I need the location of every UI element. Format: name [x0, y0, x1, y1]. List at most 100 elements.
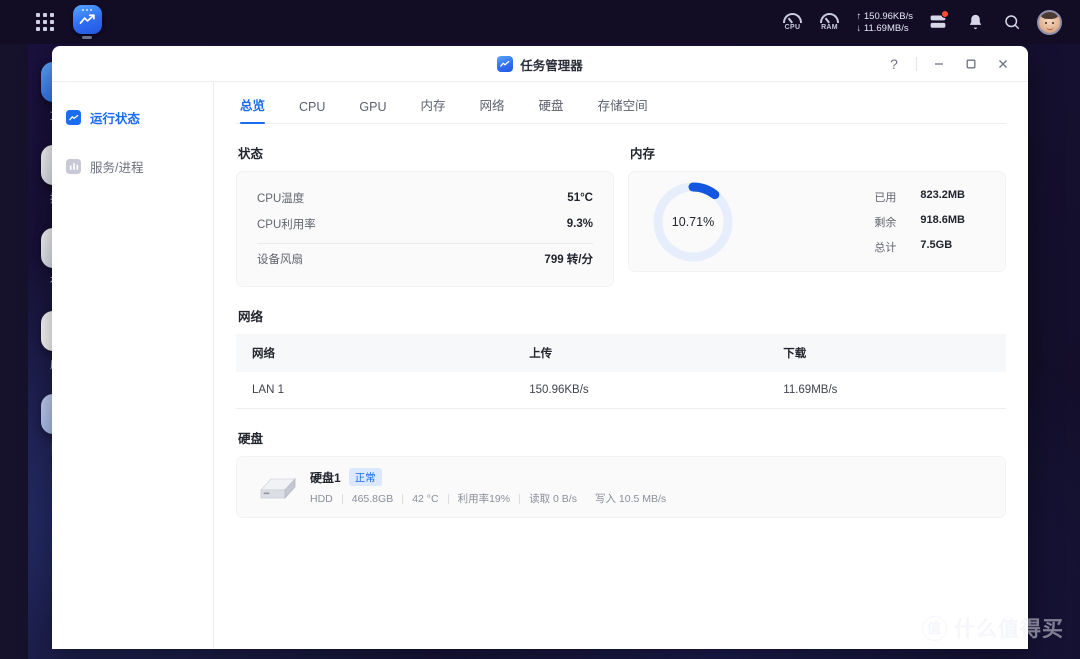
hard-disk-icon [255, 470, 297, 504]
tab-network[interactable]: 网络 [480, 95, 505, 123]
memory-stat-total: 总计 7.5GB [874, 239, 965, 255]
status-row-label: CPU温度 [257, 190, 304, 206]
cpu-gauge-label: CPU [785, 24, 801, 31]
tab-bar: 总览 CPU GPU 内存 网络 硬盘 存储空间 [236, 82, 1006, 124]
memory-section-title: 内存 [630, 143, 1006, 162]
ram-gauge[interactable]: RAM [817, 13, 841, 31]
status-section-title: 状态 [238, 143, 614, 162]
memory-stat-free: 剩余 918.6MB [874, 214, 965, 230]
network-table-header-row: 网络 上传 下载 [236, 334, 1006, 372]
network-section: 网络 网络 上传 下载 LAN 1 150.96KB/s 11.69M [236, 306, 1006, 409]
disk-meta-read: 读取 0 B/s [520, 491, 586, 506]
watermark: 值 什么值得买 [922, 613, 1064, 643]
top-row: 状态 CPU温度 51°C CPU利用率 9.3% 设备风扇 [236, 124, 1006, 287]
tab-memory[interactable]: 内存 [421, 95, 446, 123]
tab-gpu[interactable]: GPU [359, 100, 386, 123]
network-row-upload: 150.96KB/s [513, 372, 767, 409]
memory-stats: 已用 823.2MB 剩余 918.6MB 总计 7.5GB [874, 189, 983, 255]
help-button[interactable]: ? [879, 50, 909, 78]
taskbar-running-indicator [82, 36, 92, 39]
status-badge: 正常 [349, 468, 382, 486]
memory-donut-chart: 10.71% [651, 180, 735, 264]
cpu-gauge[interactable]: CPU [780, 13, 804, 31]
minimize-button[interactable] [924, 50, 954, 78]
taskbar-app-task-manager[interactable] [72, 5, 102, 39]
notification-badge [941, 10, 949, 18]
desktop-left-strip [0, 0, 28, 659]
disk-info: 硬盘1 正常 HDD 465.8GB 42 °C 利用率19% [310, 468, 675, 506]
storage-icon[interactable] [926, 10, 950, 34]
task-manager-icon [497, 56, 513, 72]
sidebar-item-label: 服务/进程 [90, 157, 143, 176]
disk-meta-temperature: 42 °C [403, 493, 447, 505]
memory-stat-value: 7.5GB [920, 239, 952, 255]
watermark-logo-icon: 值 [922, 616, 947, 641]
disk-meta-capacity: 465.8GB [343, 493, 402, 505]
memory-percent-label: 10.71% [651, 180, 735, 264]
status-row-fan: 设备风扇 799 转/分 [257, 246, 593, 272]
search-icon[interactable] [1000, 10, 1024, 34]
tab-disk[interactable]: 硬盘 [539, 95, 564, 123]
window-controls: ? [879, 46, 1018, 82]
memory-stat-used: 已用 823.2MB [874, 189, 965, 205]
main-content: 总览 CPU GPU 内存 网络 硬盘 存储空间 状态 CPU温度 51°C [214, 82, 1028, 649]
sidebar-item-running-status[interactable]: 运行状态 [52, 100, 213, 135]
status-row-cpu-temp: CPU温度 51°C [257, 185, 593, 211]
ram-gauge-label: RAM [821, 24, 838, 31]
taskbar-right-group: CPU RAM ↑ 150.96KB/s ↓ 11.69MB/s [780, 10, 1080, 35]
taskbar: CPU RAM ↑ 150.96KB/s ↓ 11.69MB/s [0, 0, 1080, 44]
memory-section: 内存 10.71% 已用 823.2MB [628, 124, 1006, 287]
disk-meta-usage: 利用率19% [449, 491, 520, 506]
status-card: CPU温度 51°C CPU利用率 9.3% 设备风扇 799 转/分 [236, 171, 614, 287]
sidebar-item-label: 运行状态 [90, 108, 140, 127]
memory-stat-value: 823.2MB [920, 189, 965, 205]
memory-stat-value: 918.6MB [920, 214, 965, 230]
disk-meta-write: 写入 10.5 MB/s [586, 491, 675, 506]
network-speed-indicator[interactable]: ↑ 150.96KB/s ↓ 11.69MB/s [856, 11, 913, 34]
bell-icon[interactable] [963, 10, 987, 34]
tab-storage-space[interactable]: 存储空间 [598, 95, 648, 123]
status-row-value: 799 转/分 [544, 251, 593, 267]
network-row-download: 11.69MB/s [767, 372, 1006, 409]
watermark-text: 什么值得买 [954, 613, 1064, 643]
cpu-gauge-icon [783, 13, 802, 23]
disk-section: 硬盘 硬盘1 正常 [236, 428, 1006, 518]
table-row[interactable]: LAN 1 150.96KB/s 11.69MB/s [236, 372, 1006, 409]
maximize-button[interactable] [956, 50, 986, 78]
download-speed-text: ↓ 11.69MB/s [856, 23, 913, 34]
taskbar-left-group [0, 5, 102, 39]
tab-cpu[interactable]: CPU [299, 100, 325, 123]
avatar[interactable] [1037, 10, 1062, 35]
tab-overview[interactable]: 总览 [240, 95, 265, 123]
sidebar: 运行状态 服务/进程 [52, 82, 214, 649]
status-section: 状态 CPU温度 51°C CPU利用率 9.3% 设备风扇 [236, 124, 614, 287]
avatar-hair [1041, 10, 1058, 19]
disk-card[interactable]: 硬盘1 正常 HDD 465.8GB 42 °C 利用率19% [236, 456, 1006, 518]
disk-meta-row: HDD 465.8GB 42 °C 利用率19% 读取 0 B/s 写入 10.… [310, 491, 675, 506]
disk-section-title: 硬盘 [238, 428, 1006, 447]
status-row-label: CPU利用率 [257, 216, 316, 232]
status-row-value: 51°C [567, 192, 593, 204]
status-row-value: 9.3% [567, 218, 593, 230]
avatar-eyes [1039, 22, 1060, 24]
status-row-cpu-usage: CPU利用率 9.3% [257, 211, 593, 237]
network-col-name: 网络 [236, 334, 513, 372]
network-section-title: 网络 [238, 306, 1006, 325]
network-col-download: 下载 [767, 334, 1006, 372]
close-button[interactable] [988, 50, 1018, 78]
memory-card: 10.71% 已用 823.2MB 剩余 918.6MB [628, 171, 1006, 272]
chart-wave-icon [66, 110, 81, 125]
page-title: 任务管理器 [520, 55, 583, 74]
network-row-name: LAN 1 [236, 372, 513, 409]
window-controls-divider [916, 57, 917, 71]
network-table: 网络 上传 下载 LAN 1 150.96KB/s 11.69MB/s [236, 334, 1006, 409]
memory-stat-label: 已用 [874, 189, 902, 205]
sidebar-item-services-processes[interactable]: 服务/进程 [52, 149, 213, 184]
upload-speed-text: ↑ 150.96KB/s [856, 11, 913, 22]
task-manager-icon [73, 5, 102, 34]
memory-stat-label: 剩余 [874, 214, 902, 230]
services-icon [66, 159, 81, 174]
window-titlebar: 任务管理器 ? [52, 46, 1028, 82]
grid-apps-icon[interactable] [32, 9, 58, 35]
network-col-upload: 上传 [513, 334, 767, 372]
